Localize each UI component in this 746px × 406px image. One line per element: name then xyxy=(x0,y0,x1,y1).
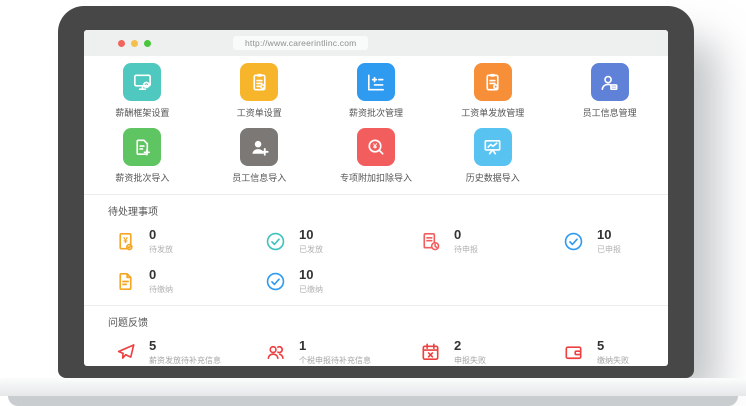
app-label: 薪酬框架设置 xyxy=(115,106,169,119)
stat-label: 薪资发放待补充信息 xyxy=(149,355,221,366)
stat-label: 待申报 xyxy=(454,244,478,255)
clipboard-gear-icon xyxy=(248,71,271,94)
wallet-icon xyxy=(562,341,585,364)
stat-declared[interactable]: 10 已申报 xyxy=(562,228,668,255)
address-bar[interactable]: http://www.careerintlinc.com xyxy=(233,36,368,50)
feedback-payroll-supplement[interactable]: 5 薪资发放待补充信息 xyxy=(114,339,264,366)
stat-value: 1 xyxy=(299,339,371,352)
app-payroll-batch-management[interactable]: 薪资批次管理 xyxy=(349,63,403,119)
svg-text:¥: ¥ xyxy=(373,141,378,150)
close-window-button[interactable] xyxy=(118,40,125,47)
circle-check-icon xyxy=(562,230,585,253)
stat-value: 2 xyxy=(454,339,486,352)
feedback-payment-failed[interactable]: 5 缴纳失败 xyxy=(562,339,668,366)
stat-value: 0 xyxy=(149,268,173,281)
stat-label: 已缴纳 xyxy=(299,284,323,295)
stat-label: 申报失败 xyxy=(454,355,486,366)
person-card-icon xyxy=(598,71,621,94)
maximize-window-button[interactable] xyxy=(144,40,151,47)
feedback-section-title: 问题反馈 xyxy=(108,314,668,329)
dashboard: 薪酬框架设置 工资单设置 xyxy=(84,56,668,366)
stat-value: 10 xyxy=(299,228,323,241)
feedback-stats-grid: 5 薪资发放待补充信息 1 个税申报待补充信息 xyxy=(84,329,668,366)
app-label: 工资单发放管理 xyxy=(461,106,524,119)
pending-section-title: 待处理事项 xyxy=(108,203,668,218)
people-icon xyxy=(264,341,287,364)
app-employee-info-import[interactable]: 员工信息导入 xyxy=(232,128,286,184)
app-label: 薪资批次管理 xyxy=(349,106,403,119)
feedback-tax-supplement[interactable]: 1 个税申报待补充信息 xyxy=(264,339,419,366)
app-label: 工资单设置 xyxy=(237,106,282,119)
stat-label: 待缴纳 xyxy=(149,284,173,295)
app-grid-row2: 薪资批次导入 员工信息导入 xyxy=(84,128,668,184)
section-divider xyxy=(84,194,668,195)
receipt-yen-icon: ¥ xyxy=(114,230,137,253)
stat-value: 0 xyxy=(454,228,478,241)
tax-search-icon: ¥ xyxy=(364,136,387,159)
presentation-chart-icon xyxy=(481,136,504,159)
laptop-screen: http://www.careerintlinc.com 薪酬框架设置 xyxy=(58,6,694,378)
batch-chart-icon xyxy=(364,71,387,94)
app-employee-info-management[interactable]: 员工信息管理 xyxy=(583,63,637,119)
laptop-base xyxy=(0,378,746,396)
stat-distributed[interactable]: 10 已发放 xyxy=(264,228,419,255)
stat-paid[interactable]: 10 已缴纳 xyxy=(264,268,419,295)
app-label: 历史数据导入 xyxy=(466,171,520,184)
minimize-window-button[interactable] xyxy=(131,40,138,47)
person-plus-icon xyxy=(248,136,271,159)
app-salary-framework-setup[interactable]: 薪酬框架设置 xyxy=(115,63,169,119)
laptop-mockup: http://www.careerintlinc.com 薪酬框架设置 xyxy=(0,0,746,406)
stat-value: 5 xyxy=(149,339,221,352)
app-payslip-setup[interactable]: 工资单设置 xyxy=(237,63,282,119)
stat-value: 10 xyxy=(597,228,621,241)
browser-window: http://www.careerintlinc.com 薪酬框架设置 xyxy=(84,30,668,366)
doc-clock-icon xyxy=(419,230,442,253)
app-label: 薪资批次导入 xyxy=(115,171,169,184)
section-divider xyxy=(84,305,668,306)
stat-value: 10 xyxy=(299,268,323,281)
stat-label: 待发放 xyxy=(149,244,173,255)
app-grid-row1: 薪酬框架设置 工资单设置 xyxy=(84,63,668,119)
app-label: 员工信息管理 xyxy=(583,106,637,119)
app-special-deduction-import[interactable]: ¥ 专项附加扣除导入 xyxy=(340,128,412,184)
stat-value: 0 xyxy=(149,228,173,241)
stat-pending-distribution[interactable]: ¥ 0 待发放 xyxy=(114,228,264,255)
app-payroll-batch-import[interactable]: 薪资批次导入 xyxy=(115,128,169,184)
browser-toolbar: http://www.careerintlinc.com xyxy=(84,30,668,56)
calendar-x-icon xyxy=(419,341,442,364)
paper-plane-icon xyxy=(114,341,137,364)
feedback-declaration-failed[interactable]: 2 申报失败 xyxy=(419,339,562,366)
stat-value: 5 xyxy=(597,339,629,352)
stat-label: 已申报 xyxy=(597,244,621,255)
clipboard-yen-icon xyxy=(481,71,504,94)
monitor-gear-icon xyxy=(131,71,154,94)
app-label: 员工信息导入 xyxy=(232,171,286,184)
stat-label: 缴纳失败 xyxy=(597,355,629,366)
doc-icon xyxy=(114,270,137,293)
circle-check-icon xyxy=(264,230,287,253)
pending-stats-grid: ¥ 0 待发放 10 已发放 xyxy=(84,218,668,295)
doc-plus-icon xyxy=(131,136,154,159)
app-payslip-distribution-management[interactable]: 工资单发放管理 xyxy=(461,63,524,119)
stat-pending-declaration[interactable]: 0 待申报 xyxy=(419,228,562,255)
laptop-base-edge xyxy=(8,396,738,406)
app-history-data-import[interactable]: 历史数据导入 xyxy=(466,128,520,184)
svg-text:¥: ¥ xyxy=(123,235,128,245)
app-label: 专项附加扣除导入 xyxy=(340,171,412,184)
stat-pending-payment[interactable]: 0 待缴纳 xyxy=(114,268,264,295)
circle-check-icon xyxy=(264,270,287,293)
stat-label: 已发放 xyxy=(299,244,323,255)
stat-label: 个税申报待补充信息 xyxy=(299,355,371,366)
